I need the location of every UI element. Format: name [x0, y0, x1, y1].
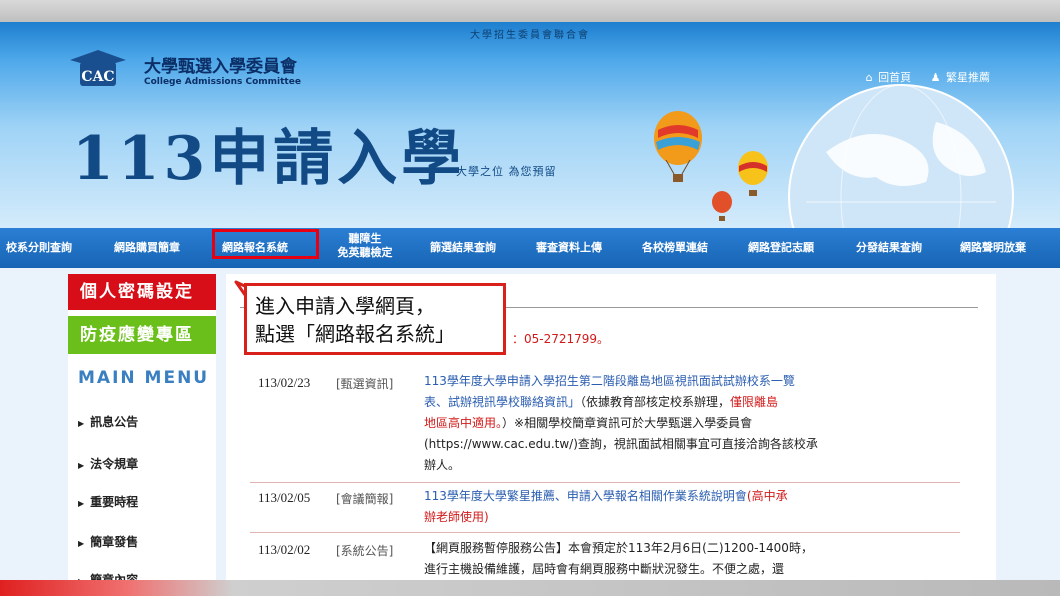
nav-item-upload-review[interactable]: 審查資料上傳 [536, 228, 602, 268]
main-menu-heading: MAIN MENU [78, 368, 210, 388]
cac-logo-icon[interactable]: CAC [68, 48, 128, 88]
main-nav: 校系分則查詢 網路購買簡章 網路報名系統 聽障生 免英聽檢定 篩選結果查詢 審查資… [0, 228, 1060, 268]
balloon-icon [712, 191, 732, 221]
personal-password-button[interactable]: 個人密碼設定 [68, 274, 216, 310]
svg-text:CAC: CAC [81, 69, 114, 85]
browser-chrome-top [0, 0, 1060, 22]
federation-title: 大學招生委員會聯合會 [470, 30, 590, 41]
browser-chrome-bottom [0, 580, 1060, 596]
epidemic-zone-button[interactable]: 防疫應變專區 [68, 316, 216, 354]
news-category: [系統公告] [336, 544, 394, 558]
balloon-icon [738, 151, 768, 196]
callout-line-1: 進入申請入學網頁， [255, 294, 435, 318]
callout-line-2: 點選「網路報名系統」 [255, 322, 455, 346]
news-category: [甄選資訊] [336, 377, 394, 391]
instruction-callout: 進入申請入學網頁， 點選「網路報名系統」 [244, 283, 506, 355]
sidebar-item-schedule[interactable]: ▶ 重要時程 [78, 493, 138, 510]
nav-item-hearing-impaired[interactable]: 聽障生 免英聽檢定 [330, 232, 400, 264]
news-date: 113/02/05 [258, 490, 311, 505]
nav-item-buy-brochure[interactable]: 網路購買簡章 [114, 228, 180, 268]
divider [250, 482, 960, 483]
news-date: 113/02/23 [258, 375, 311, 390]
nav-item-register-choices[interactable]: 網路登記志願 [748, 228, 814, 268]
nav-item-screening-results[interactable]: 篩選結果查詢 [430, 228, 496, 268]
sidebar-item-brochure-sale[interactable]: ▶ 簡章發售 [78, 533, 138, 550]
news-item[interactable]: 【網頁服務暫停服務公告】本會預定於113年2月6日(二)1200-1400時， … [424, 538, 944, 580]
header-banner: 大學招生委員會聯合會 CAC 大學甄選入學委員會 College Admissi… [0, 22, 1060, 232]
triangle-right-icon: ▶ [78, 499, 85, 508]
news-item[interactable]: 113學年度大學申請入學招生第二階段離島地區視訊面試試辦校系一覽 表、試辦視訊學… [424, 371, 944, 476]
phone-number: ：05-2721799。 [512, 332, 610, 346]
page-title: 113申請入學 [72, 124, 466, 194]
triangle-right-icon: ▶ [78, 539, 85, 548]
org-name-en: College Admissions Committee [144, 77, 301, 87]
nav-item-placement-results[interactable]: 分發結果查詢 [856, 228, 922, 268]
news-item[interactable]: 113學年度大學繁星推薦、申請入學報名相關作業系統說明會(高中承 辦老師使用) [424, 486, 944, 528]
tagline: 大學之位 為您預留 [456, 165, 557, 178]
triangle-right-icon: ▶ [78, 419, 85, 428]
sidebar-item-regulations[interactable]: ▶ 法令規章 [78, 455, 138, 472]
org-name[interactable]: 大學甄選入學委員會 [144, 52, 297, 77]
nav-item-declare-waiver[interactable]: 網路聲明放棄 [960, 228, 1026, 268]
news-category: [會議簡報] [336, 492, 394, 506]
nav-item-dept-query[interactable]: 校系分則查詢 [6, 228, 72, 268]
triangle-right-icon: ▶ [78, 461, 85, 470]
sidebar-item-announcements[interactable]: ▶ 訊息公告 [78, 413, 138, 430]
divider [250, 532, 960, 533]
globe-illustration [788, 84, 1014, 232]
balloon-icon [654, 111, 702, 182]
nav-highlight-box [212, 229, 319, 259]
news-date: 113/02/02 [258, 542, 311, 557]
nav-item-school-lists[interactable]: 各校榜單連結 [642, 228, 708, 268]
